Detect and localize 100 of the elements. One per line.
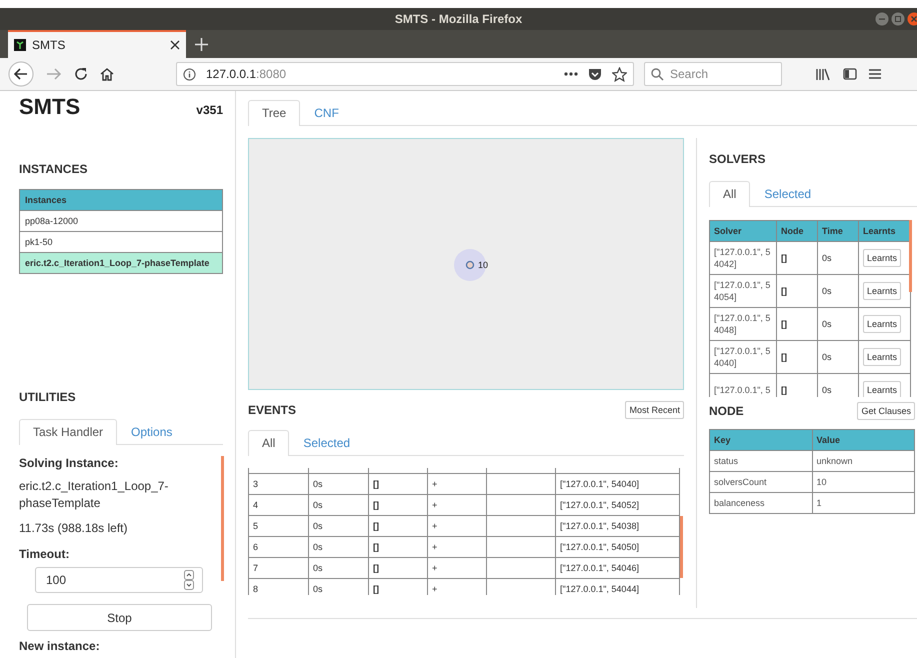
table-cell: + xyxy=(428,537,487,557)
table-cell: 6 xyxy=(249,537,309,557)
table-cell: status xyxy=(710,450,812,472)
tab[interactable]: Selected xyxy=(750,181,826,206)
app-title: SMTS xyxy=(19,94,80,120)
table-cell: 7 xyxy=(249,558,309,578)
table-cell: [] xyxy=(776,340,818,374)
tab[interactable]: CNF xyxy=(300,100,353,125)
close-icon[interactable] xyxy=(907,12,917,26)
scrollbar[interactable] xyxy=(909,220,912,292)
get-clauses-button[interactable]: Get Clauses xyxy=(857,402,915,420)
table-cell: unknown xyxy=(812,450,914,472)
table-cell: ["127.0.0.1", 54044] xyxy=(556,579,680,595)
tab[interactable]: All xyxy=(248,430,290,456)
column-header: Value xyxy=(812,430,914,450)
table-cell: 4 xyxy=(249,495,309,515)
favicon-icon xyxy=(14,39,26,51)
table-cell: [] xyxy=(369,537,428,557)
minimize-icon[interactable] xyxy=(875,12,889,26)
column-header: Learnts xyxy=(858,220,910,242)
table-cell: 3 xyxy=(249,474,309,494)
table-cell: [] xyxy=(369,558,428,578)
timeout-label: Timeout: xyxy=(19,547,70,561)
table-cell: ["127.0.0.1", 54042] xyxy=(710,242,776,274)
maximize-icon[interactable] xyxy=(891,12,905,26)
pocket-icon[interactable] xyxy=(588,68,602,80)
table-cell: 0s xyxy=(309,579,369,595)
table-cell: 0s xyxy=(818,242,858,274)
menu-icon[interactable] xyxy=(869,68,881,80)
learnts-button[interactable]: Learnts xyxy=(863,348,902,366)
table-cell: 0s xyxy=(309,474,369,494)
table-cell: 1 xyxy=(812,492,914,514)
most-recent-button[interactable]: Most Recent xyxy=(625,401,684,419)
column-header: Solver xyxy=(710,220,776,242)
column-header: Time xyxy=(818,220,858,242)
address-bar[interactable]: 127.0.0.1:8080 xyxy=(176,62,634,86)
scrollbar[interactable] xyxy=(221,456,224,581)
table-cell: ["127.0.0.1", 54040] xyxy=(710,340,776,374)
table-cell: ["127.0.0.1", 54052] xyxy=(556,495,680,515)
table-cell: ["127.0.0.1", 54040] xyxy=(556,474,680,494)
table-cell: 5 xyxy=(249,516,309,536)
browser-tab[interactable]: SMTS xyxy=(8,30,186,58)
tree-node[interactable] xyxy=(452,248,487,282)
tab[interactable]: Task Handler xyxy=(19,419,118,445)
library-icon[interactable] xyxy=(816,68,831,80)
table-cell: solversCount xyxy=(710,472,812,492)
tab[interactable]: All xyxy=(709,181,750,207)
info-icon[interactable] xyxy=(183,68,196,80)
version-label: v351 xyxy=(196,103,223,117)
section-heading: INSTANCES xyxy=(19,162,88,176)
table-cell: ["127.0.0.1", 5 xyxy=(710,374,776,397)
table-cell: + xyxy=(428,474,487,494)
section-heading: UTILITIES xyxy=(19,390,77,404)
tab[interactable]: Options xyxy=(117,419,186,444)
table-cell: 10 xyxy=(812,472,914,492)
instance-name: eric.t2.c_Iteration1_Loop_7-phaseTemplate xyxy=(19,478,170,512)
new-instance-label: New instance: xyxy=(19,639,101,653)
table-cell: balanceness xyxy=(710,492,812,514)
close-tab-icon[interactable] xyxy=(170,40,180,50)
table-cell: [] xyxy=(776,242,818,274)
scrollbar[interactable] xyxy=(680,516,683,578)
new-tab-icon[interactable] xyxy=(195,38,208,50)
section-heading: SOLVERS xyxy=(709,152,766,166)
tab[interactable]: Tree xyxy=(248,100,300,126)
back-icon[interactable] xyxy=(8,61,34,87)
learnts-button[interactable]: Learnts xyxy=(863,381,902,397)
spinner-icon[interactable] xyxy=(184,570,194,590)
table-header: Instances xyxy=(20,190,222,210)
table-cell: 8 xyxy=(249,579,309,595)
table-cell: [] xyxy=(369,516,428,536)
table-cell: 0s xyxy=(818,308,858,340)
search-field[interactable]: Search xyxy=(644,62,782,86)
learnts-button[interactable]: Learnts xyxy=(863,315,902,333)
reload-icon[interactable] xyxy=(74,67,88,81)
table-cell: 0s xyxy=(309,516,369,536)
table-cell: 0s xyxy=(309,537,369,557)
table-cell: + xyxy=(428,516,487,536)
star-icon[interactable] xyxy=(612,66,627,82)
section-heading: NODE xyxy=(709,404,744,418)
url-text: 127.0.0.1:8080 xyxy=(206,67,288,81)
home-icon[interactable] xyxy=(100,67,114,81)
node-label: 10 xyxy=(478,260,488,270)
instance-row[interactable]: eric.t2.c_Iteration1_Loop_7-phaseTemplate xyxy=(20,252,222,273)
table-cell: [] xyxy=(369,495,428,515)
table-cell: 0s xyxy=(818,274,858,308)
window-title: SMTS - Mozilla Firefox xyxy=(394,12,522,26)
tab[interactable]: Selected xyxy=(289,430,364,455)
table-cell: [] xyxy=(369,474,428,494)
tree-canvas[interactable]: 10 xyxy=(248,138,684,390)
sidebar-icon[interactable] xyxy=(843,68,857,80)
timeout-input[interactable]: 100 xyxy=(35,567,203,593)
more-icon[interactable] xyxy=(564,72,578,76)
table-cell: [] xyxy=(369,579,428,595)
stop-button[interactable]: Stop xyxy=(27,604,212,631)
table-cell: 0s xyxy=(309,495,369,515)
table-cell: ["127.0.0.1", 54048] xyxy=(710,308,776,340)
learnts-button[interactable]: Learnts xyxy=(863,249,902,267)
table-cell: + xyxy=(428,558,487,578)
learnts-button[interactable]: Learnts xyxy=(863,282,902,300)
elapsed-time: 11.73s (988.18s left) xyxy=(19,520,129,537)
